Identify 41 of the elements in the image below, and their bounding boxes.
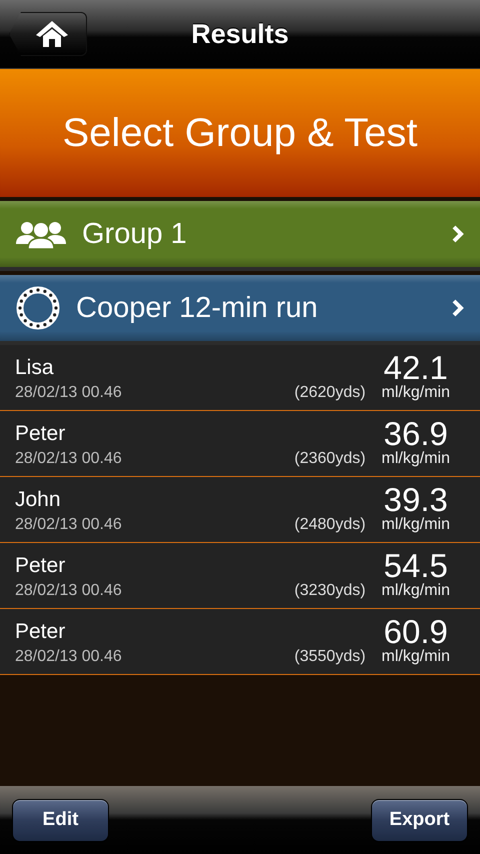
result-distance: (2620yds): [294, 384, 366, 402]
person-name: John: [15, 488, 62, 512]
result-row[interactable]: Lisa 28/02/13 00.46 (2620yds) 42.1 ml/kg/min: [0, 345, 480, 411]
result-unit: ml/kg/min: [382, 384, 450, 402]
result-unit: ml/kg/min: [382, 648, 450, 666]
export-button[interactable]: Export: [371, 798, 468, 842]
result-value: 60.9: [384, 616, 448, 648]
chevron-icon: [452, 299, 464, 317]
home-button[interactable]: [9, 12, 87, 56]
result-distance: (2360yds): [294, 450, 366, 468]
result-row[interactable]: Peter 28/02/13 00.46 (2360yds) 36.9 ml/kg/min: [0, 411, 480, 477]
result-date: 28/02/13 00.46: [15, 384, 123, 402]
result-unit: ml/kg/min: [382, 450, 450, 468]
result-date: 28/02/13 00.46: [15, 516, 123, 534]
result-date: 28/02/13 00.46: [15, 582, 123, 600]
group-selector[interactable]: Group 1: [0, 201, 480, 271]
test-selector[interactable]: Cooper 12-min run: [0, 275, 480, 345]
result-value: 36.9: [384, 418, 448, 450]
result-date: 28/02/13 00.46: [15, 648, 123, 666]
person-name: Peter: [15, 554, 66, 578]
result-unit: ml/kg/min: [382, 582, 450, 600]
ring-icon: [16, 286, 60, 330]
result-value: 54.5: [384, 550, 448, 582]
result-date: 28/02/13 00.46: [15, 450, 123, 468]
result-value: 42.1: [384, 352, 448, 384]
screen-title: Results: [191, 18, 289, 50]
edit-button[interactable]: Edit: [12, 798, 109, 842]
banner-title: Select Group & Test: [62, 110, 418, 156]
result-row[interactable]: Peter 28/02/13 00.46 (3230yds) 54.5 ml/kg/min: [0, 543, 480, 609]
result-distance: (2480yds): [294, 516, 366, 534]
person-name: Peter: [15, 422, 66, 446]
chevron-icon: [452, 225, 464, 243]
result-unit: ml/kg/min: [382, 516, 450, 534]
person-name: Peter: [15, 620, 66, 644]
home-icon: [35, 19, 69, 49]
result-distance: (3550yds): [294, 648, 366, 666]
person-name: Lisa: [15, 356, 55, 380]
result-distance: (3230yds): [294, 582, 366, 600]
result-row[interactable]: John 28/02/13 00.46 (2480yds) 39.3 ml/kg/min: [0, 477, 480, 543]
result-row[interactable]: Peter 28/02/13 00.46 (3550yds) 60.9 ml/kg/min: [0, 609, 480, 675]
result-value: 39.3: [384, 484, 448, 516]
